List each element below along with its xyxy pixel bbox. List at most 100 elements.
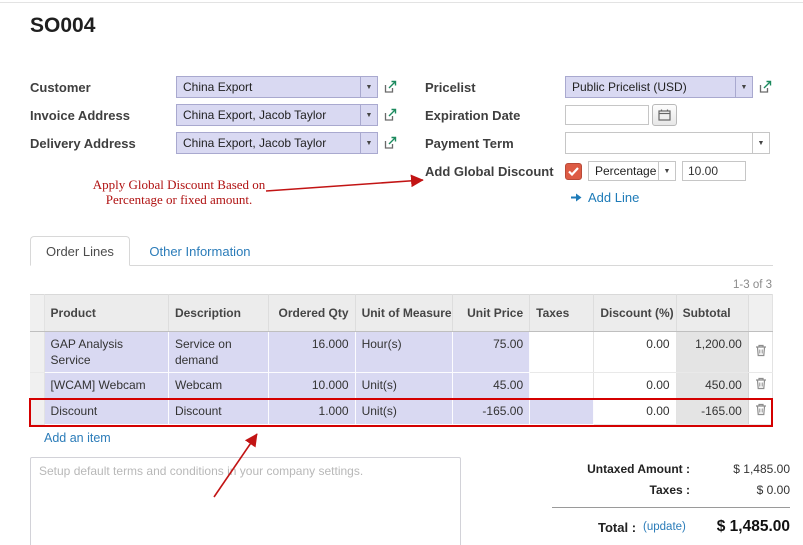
col-unit-price[interactable]: Unit Price <box>452 295 529 332</box>
cell-taxes <box>530 332 594 373</box>
add-an-item-link[interactable]: Add an item <box>44 431 111 445</box>
field-global-discount: Add Global Discount Percentage ▼ <box>425 160 775 182</box>
totals-panel: Untaxed Amount : $ 1,485.00 Taxes : $ 0.… <box>552 458 790 539</box>
delete-row-icon[interactable] <box>748 332 772 373</box>
external-link-icon[interactable] <box>383 136 397 150</box>
taxes-row: Taxes : $ 0.00 <box>552 479 790 500</box>
update-link[interactable]: (update) <box>643 521 686 533</box>
discount-type-value: Percentage <box>595 164 656 178</box>
dropdown-arrow-icon: ▼ <box>752 133 769 153</box>
payment-term-label: Payment Term <box>425 136 565 151</box>
delivery-address-label: Delivery Address <box>30 136 176 151</box>
col-product[interactable]: Product <box>44 295 168 332</box>
annotation-global-discount: Apply Global Discount Based on Percentag… <box>84 177 274 207</box>
external-link-icon[interactable] <box>383 108 397 122</box>
untaxed-amount-row: Untaxed Amount : $ 1,485.00 <box>552 458 790 479</box>
dropdown-arrow-icon: ▼ <box>360 133 377 153</box>
checkmark-icon <box>568 167 579 176</box>
cell-price: 75.00 <box>452 332 529 373</box>
table-header-row: Product Description Ordered Qty Unit of … <box>30 295 773 332</box>
total-row: Total : (update) $ 1,485.00 <box>552 515 790 539</box>
handle-column-header <box>30 295 44 332</box>
col-ordered-qty[interactable]: Ordered Qty <box>269 295 355 332</box>
delete-row-icon[interactable] <box>748 399 772 425</box>
discount-type-select[interactable]: Percentage ▼ <box>588 161 676 181</box>
cell-qty: 1.000 <box>269 399 355 425</box>
cell-price: 45.00 <box>452 373 529 399</box>
order-line-row-2[interactable]: [WCAM] Webcam Webcam 10.000 Unit(s) 45.0… <box>30 373 773 399</box>
cell-subtotal: 1,200.00 <box>676 332 748 373</box>
taxes-label: Taxes : <box>552 483 706 497</box>
field-invoice-address: Invoice Address China Export, Jacob Tayl… <box>30 104 405 126</box>
row-handle <box>30 399 44 425</box>
pricelist-select[interactable]: Public Pricelist (USD) ▼ <box>565 76 753 98</box>
tab-other-information[interactable]: Other Information <box>134 237 265 267</box>
payment-term-select[interactable]: ▼ <box>565 132 770 154</box>
untaxed-amount-value: $ 1,485.00 <box>706 462 790 476</box>
top-divider <box>0 2 803 3</box>
untaxed-amount-label: Untaxed Amount : <box>552 462 706 476</box>
order-lines-table: Product Description Ordered Qty Unit of … <box>30 294 773 425</box>
cell-uom: Unit(s) <box>355 373 452 399</box>
field-group-right: Pricelist Public Pricelist (USD) ▼ Expir… <box>425 76 775 188</box>
cell-uom: Unit(s) <box>355 399 452 425</box>
pricelist-label: Pricelist <box>425 80 565 95</box>
invoice-address-value: China Export, Jacob Taylor <box>183 108 326 122</box>
delivery-address-value: China Export, Jacob Taylor <box>183 136 326 150</box>
col-unit-of-measure[interactable]: Unit of Measure <box>355 295 452 332</box>
cell-subtotal: -165.00 <box>676 399 748 425</box>
order-line-row-1[interactable]: GAP Analysis Service Service on demand 1… <box>30 332 773 373</box>
dropdown-arrow-icon: ▼ <box>735 77 752 97</box>
customer-label: Customer <box>30 80 176 95</box>
external-link-icon[interactable] <box>758 80 772 94</box>
col-taxes[interactable]: Taxes <box>530 295 594 332</box>
add-line-label: Add Line <box>588 190 639 205</box>
global-discount-checkbox[interactable] <box>565 163 582 180</box>
col-discount[interactable]: Discount (%) <box>594 295 676 332</box>
global-discount-label: Add Global Discount <box>425 164 565 179</box>
notebook-tabs: Order Lines Other Information <box>30 236 773 266</box>
col-subtotal[interactable]: Subtotal <box>676 295 748 332</box>
cell-price: -165.00 <box>452 399 529 425</box>
add-line-button[interactable]: Add Line <box>570 190 639 205</box>
cell-taxes <box>530 373 594 399</box>
field-customer: Customer China Export ▼ <box>30 76 405 98</box>
cell-description: Service on demand <box>168 332 268 373</box>
field-payment-term: Payment Term ▼ <box>425 132 775 154</box>
invoice-address-select[interactable]: China Export, Jacob Taylor ▼ <box>176 104 378 126</box>
discount-amount-input[interactable] <box>682 161 746 181</box>
expiration-date-input[interactable] <box>565 105 649 125</box>
delete-row-icon[interactable] <box>748 373 772 399</box>
col-description[interactable]: Description <box>168 295 268 332</box>
cell-subtotal: 450.00 <box>676 373 748 399</box>
sales-order-form: SO004 Customer China Export ▼ Invoice Ad… <box>0 0 803 545</box>
customer-select[interactable]: China Export ▼ <box>176 76 378 98</box>
cell-discount: 0.00 <box>594 373 676 399</box>
terms-conditions-textarea[interactable] <box>30 457 461 545</box>
tab-order-lines[interactable]: Order Lines <box>30 236 130 266</box>
field-pricelist: Pricelist Public Pricelist (USD) ▼ <box>425 76 775 98</box>
calendar-icon[interactable] <box>652 104 677 126</box>
row-handle <box>30 332 44 373</box>
row-handle <box>30 373 44 399</box>
cell-discount: 0.00 <box>594 399 676 425</box>
cell-description: Webcam <box>168 373 268 399</box>
list-pager: 1-3 of 3 <box>733 279 772 291</box>
totals-divider <box>552 507 790 508</box>
cell-discount: 0.00 <box>594 332 676 373</box>
field-group-left: Customer China Export ▼ Invoice Address … <box>30 76 405 160</box>
cell-uom: Hour(s) <box>355 332 452 373</box>
external-link-icon[interactable] <box>383 80 397 94</box>
customer-value: China Export <box>183 80 252 94</box>
invoice-address-label: Invoice Address <box>30 108 176 123</box>
page-title: SO004 <box>30 14 95 38</box>
cell-qty: 16.000 <box>269 332 355 373</box>
pricelist-value: Public Pricelist (USD) <box>572 80 687 94</box>
dropdown-arrow-icon: ▼ <box>360 77 377 97</box>
dropdown-arrow-icon: ▼ <box>658 162 675 180</box>
delivery-address-select[interactable]: China Export, Jacob Taylor ▼ <box>176 132 378 154</box>
total-value: $ 1,485.00 <box>717 518 790 536</box>
total-label: Total : <box>598 520 636 535</box>
order-line-row-discount[interactable]: Discount Discount 1.000 Unit(s) -165.00 … <box>30 399 773 425</box>
cell-product: GAP Analysis Service <box>44 332 168 373</box>
